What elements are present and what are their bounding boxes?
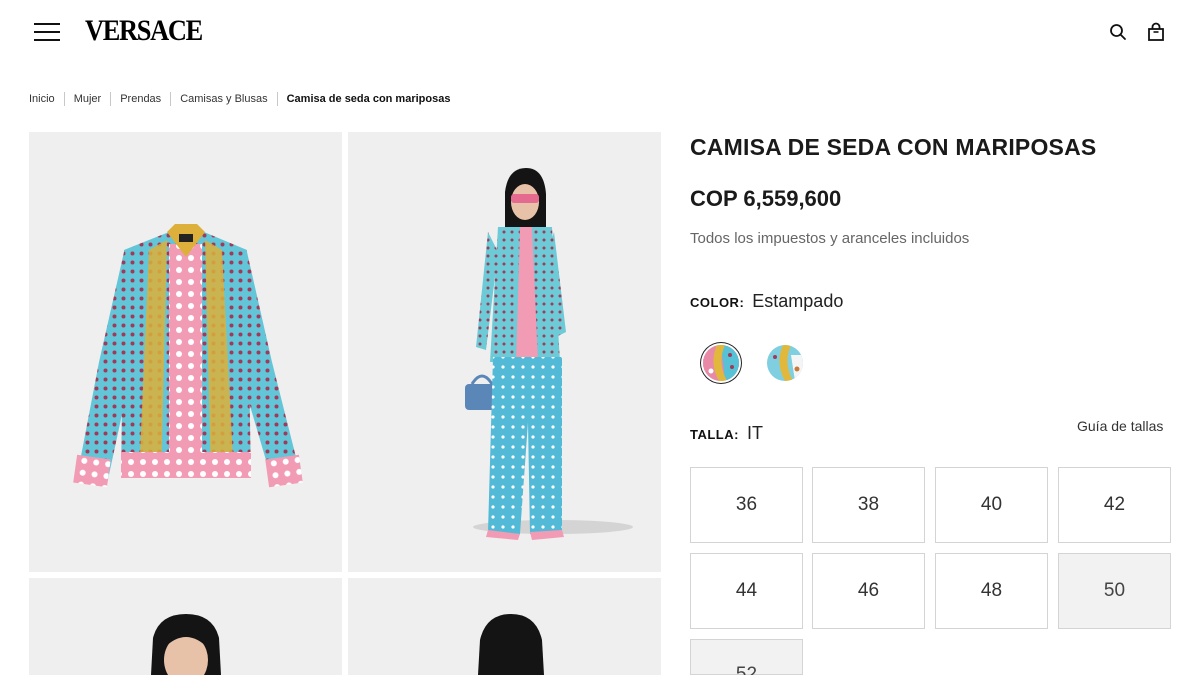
breadcrumb-item-inicio[interactable]: Inicio xyxy=(29,93,55,105)
brand-logo[interactable]: VERSACE xyxy=(85,14,203,48)
size-option-52[interactable]: 52 xyxy=(690,639,803,675)
bag-icon[interactable] xyxy=(1146,22,1166,42)
color-label: COLOR: xyxy=(690,295,745,310)
color-swatch-estampado-pink[interactable] xyxy=(703,345,739,381)
size-guide-link[interactable]: Guía de tallas xyxy=(1077,418,1163,434)
menu-icon[interactable] xyxy=(34,21,60,43)
shirt-illustration xyxy=(73,224,303,488)
breadcrumb-separator xyxy=(110,92,112,106)
size-option-50[interactable]: 50 xyxy=(1058,553,1171,629)
swatch-print-icon xyxy=(767,345,803,381)
size-system: IT xyxy=(746,423,763,443)
tax-note: Todos los impuestos y aranceles incluido… xyxy=(690,230,970,247)
size-option-44[interactable]: 44 xyxy=(690,553,803,629)
product-image-back-closeup[interactable] xyxy=(348,578,661,675)
breadcrumb-item-current: Camisa de seda con mariposas xyxy=(286,93,451,105)
model-front-illustration xyxy=(151,614,221,675)
product-image-shirt[interactable] xyxy=(29,132,342,572)
color-swatch-estampado-aqua[interactable] xyxy=(767,345,803,381)
breadcrumb-separator xyxy=(170,92,172,106)
product-image-front-closeup[interactable] xyxy=(29,578,342,675)
size-option-40[interactable]: 40 xyxy=(935,467,1048,543)
color-selector-label: COLOR: Estampado xyxy=(690,291,843,312)
size-option-52-label: 52 xyxy=(735,664,758,675)
product-title: CAMISA DE SEDA CON MARIPOSAS xyxy=(690,134,1097,160)
size-option-36[interactable]: 36 xyxy=(690,467,803,543)
size-selector-label: TALLA: IT xyxy=(690,423,763,444)
color-value: Estampado xyxy=(752,291,844,311)
breadcrumb-item-camisas[interactable]: Camisas y Blusas xyxy=(180,93,267,105)
model-illustration xyxy=(465,168,633,540)
breadcrumb: Inicio Mujer Prendas Camisas y Blusas Ca… xyxy=(29,91,450,107)
breadcrumb-item-prendas[interactable]: Prendas xyxy=(120,93,161,105)
size-option-48[interactable]: 48 xyxy=(935,553,1048,629)
site-header: VERSACE xyxy=(0,0,1200,66)
breadcrumb-separator xyxy=(63,92,65,106)
search-icon[interactable] xyxy=(1108,22,1128,42)
breadcrumb-item-mujer[interactable]: Mujer xyxy=(74,93,102,105)
size-option-38[interactable]: 38 xyxy=(812,467,925,543)
model-back-illustration xyxy=(478,614,544,675)
size-label: TALLA: xyxy=(690,427,739,442)
product-price: COP 6,559,600 xyxy=(690,186,842,211)
breadcrumb-separator xyxy=(276,92,278,106)
swatch-print-icon xyxy=(703,345,739,381)
size-option-46[interactable]: 46 xyxy=(812,553,925,629)
product-image-model[interactable] xyxy=(348,132,661,572)
size-option-42[interactable]: 42 xyxy=(1058,467,1171,543)
